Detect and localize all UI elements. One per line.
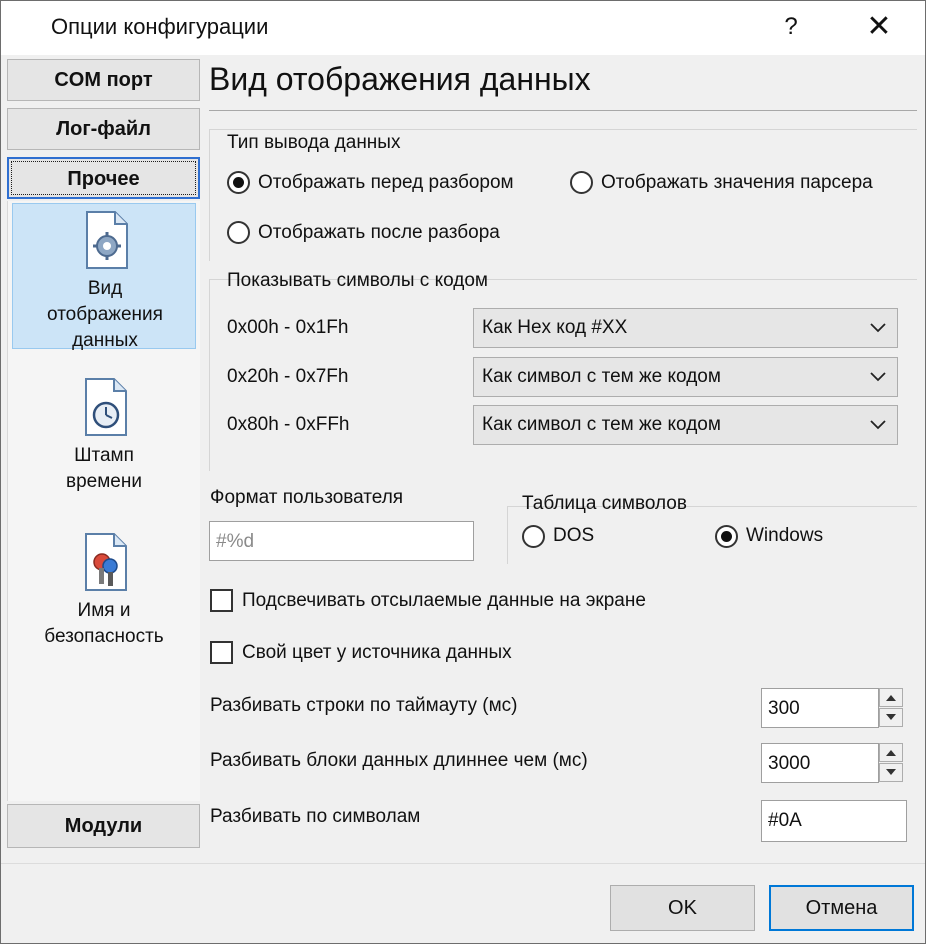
arrow-down-icon xyxy=(886,714,896,720)
settings-document-icon xyxy=(86,211,128,269)
arrow-up-icon xyxy=(886,750,896,756)
radio-after-parse-label: Отображать после разбора xyxy=(258,222,500,243)
charset-title: Таблица символов xyxy=(522,493,687,514)
split-blocks-input[interactable]: 3000 xyxy=(761,743,879,783)
radio-before-parse-label: Отображать перед разбором xyxy=(258,172,514,193)
radio-windows[interactable] xyxy=(715,525,738,548)
radio-before-parse[interactable] xyxy=(227,171,250,194)
split-timeout-spinner xyxy=(879,688,903,728)
radio-parser-values[interactable] xyxy=(570,171,593,194)
split-blocks-value: 3000 xyxy=(768,753,811,774)
split-symbols-label: Разбивать по символам xyxy=(210,806,421,827)
user-format-value: #%d xyxy=(216,531,255,552)
source-color-label: Свой цвет у источника данных xyxy=(242,642,512,663)
page-title: Вид отображения данных xyxy=(209,61,591,97)
spin-up-button[interactable] xyxy=(879,688,903,707)
panel-item-label: Имя и безопасность xyxy=(44,600,164,647)
split-blocks-label: Разбивать блоки данных длиннее чем (мс) xyxy=(210,750,588,771)
radio-dos-label: DOS xyxy=(553,525,595,546)
symbol-range-label: 0x20h - 0x7Fh xyxy=(227,366,349,387)
symbol-range-label: 0x80h - 0xFFh xyxy=(227,414,350,435)
output-type-title: Тип вывода данных xyxy=(227,132,401,153)
com-port-button[interactable]: COM порт xyxy=(7,59,200,101)
split-symbols-input[interactable]: #0A xyxy=(761,800,907,842)
radio-windows-label: Windows xyxy=(746,525,824,546)
spin-down-button[interactable] xyxy=(879,763,903,782)
arrow-up-icon xyxy=(886,695,896,701)
radio-parser-values-label: Отображать значения парсера xyxy=(601,172,873,193)
window-title: Опции конфигурации xyxy=(51,14,269,39)
modules-button[interactable]: Модули xyxy=(7,804,200,848)
symbol-mode-select-2[interactable]: Как символ с тем же кодом xyxy=(473,357,898,397)
split-timeout-input[interactable]: 300 xyxy=(761,688,879,728)
radio-after-parse[interactable] xyxy=(227,221,250,244)
highlight-sent-label: Подсвечивать отсылаемые данные на экране xyxy=(242,590,646,611)
title-bar: Опции конфигурации ? ✕ xyxy=(1,1,925,55)
symbol-mode-select-3[interactable]: Как символ с тем же кодом xyxy=(473,405,898,445)
arrow-down-icon xyxy=(886,769,896,775)
panel-item-label: Штамп времени xyxy=(66,445,142,492)
log-file-button[interactable]: Лог-файл xyxy=(7,108,200,150)
symbol-mode-select-1[interactable]: Как Hex код #XX xyxy=(473,308,898,348)
split-timeout-value: 300 xyxy=(768,698,800,719)
split-blocks-spinner xyxy=(879,743,903,783)
spin-up-button[interactable] xyxy=(879,743,903,762)
options-panel-list: Вид отображения данных Штамп времени Имя… xyxy=(7,201,200,801)
ok-button[interactable]: OK xyxy=(610,885,755,931)
highlight-sent-checkbox[interactable] xyxy=(210,589,233,612)
select-value: Как Hex код #XX xyxy=(482,317,628,338)
panel-item-data-view[interactable]: Вид отображения данных xyxy=(12,203,196,351)
clock-document-icon xyxy=(85,378,127,436)
config-dialog: Опции конфигурации ? ✕ COM порт Лог-файл… xyxy=(0,0,926,944)
panel-item-timestamp[interactable]: Штамп времени xyxy=(12,371,196,517)
panel-item-label: Вид отображения данных xyxy=(47,278,163,351)
source-color-checkbox[interactable] xyxy=(210,641,233,664)
footer-divider xyxy=(1,863,925,864)
user-format-input[interactable]: #%d xyxy=(209,521,474,561)
close-button[interactable]: ✕ xyxy=(857,9,901,45)
chevron-down-icon xyxy=(870,323,886,333)
symbol-range-label: 0x00h - 0x1Fh xyxy=(227,317,349,338)
user-format-label: Формат пользователя xyxy=(210,487,404,508)
split-symbols-value: #0A xyxy=(768,810,802,831)
help-button[interactable]: ? xyxy=(773,9,809,45)
split-timeout-label: Разбивать строки по таймауту (мс) xyxy=(210,695,518,716)
key-document-icon xyxy=(85,533,127,591)
panel-item-name-security[interactable]: Имя и безопасность xyxy=(12,526,196,672)
radio-dos[interactable] xyxy=(522,525,545,548)
chevron-down-icon xyxy=(870,420,886,430)
other-button[interactable]: Прочее xyxy=(7,157,200,199)
select-value: Как символ с тем же кодом xyxy=(482,414,721,435)
symbols-title: Показывать символы с кодом xyxy=(227,270,488,291)
cancel-button[interactable]: Отмена xyxy=(769,885,914,931)
spin-down-button[interactable] xyxy=(879,708,903,727)
heading-divider xyxy=(209,110,917,111)
chevron-down-icon xyxy=(870,372,886,382)
select-value: Как символ с тем же кодом xyxy=(482,366,721,387)
